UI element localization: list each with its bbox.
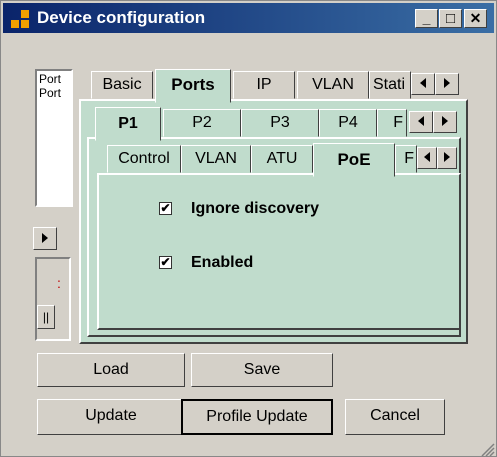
chevron-right-icon <box>444 78 450 88</box>
title-bar[interactable]: Device configuration _ □ ✕ <box>3 3 494 33</box>
sub-tab-scroll-right-button[interactable] <box>437 147 457 169</box>
chevron-right-icon <box>42 233 48 243</box>
tab-vlan[interactable]: VLAN <box>297 71 369 99</box>
tab-basic[interactable]: Basic <box>91 71 153 99</box>
resize-grip-icon[interactable] <box>479 441 495 457</box>
tab-scroll-right-button[interactable] <box>435 73 459 95</box>
side-fragment-handle[interactable]: || <box>37 305 55 329</box>
tab-control[interactable]: Control <box>107 145 181 173</box>
app-icon <box>11 10 29 28</box>
side-panel-fragment: : || <box>35 257 71 341</box>
tab-p3[interactable]: P3 <box>241 109 319 137</box>
list-item[interactable]: Port <box>39 86 71 100</box>
update-button[interactable]: Update <box>37 399 185 435</box>
port-tab-scroll-right-button[interactable] <box>433 111 457 133</box>
minimize-button[interactable]: _ <box>415 9 438 28</box>
tab-sub-vlan[interactable]: VLAN <box>181 145 251 173</box>
chevron-right-icon <box>442 116 448 126</box>
tab-p-more[interactable]: F <box>377 109 407 137</box>
chevron-right-icon <box>444 152 450 162</box>
tab-p1[interactable]: P1 <box>95 107 161 141</box>
tab-scroll-left-button[interactable] <box>411 73 435 95</box>
tab-p2[interactable]: P2 <box>163 109 241 137</box>
tab-ip[interactable]: IP <box>233 71 295 99</box>
sub-tab-scroll-left-button[interactable] <box>417 147 437 169</box>
load-button[interactable]: Load <box>37 353 185 387</box>
ignore-discovery-label: Ignore discovery <box>191 200 320 217</box>
tab-sub-more[interactable]: F <box>395 145 417 173</box>
window-title: Device configuration <box>37 8 206 27</box>
chevron-left-icon <box>418 116 424 126</box>
device-configuration-window: Device configuration _ □ ✕ Port Port : |… <box>0 0 497 457</box>
tab-poe[interactable]: PoE <box>313 143 395 177</box>
profile-update-button[interactable]: Profile Update <box>181 399 333 435</box>
scroll-right-button[interactable] <box>33 227 57 250</box>
chevron-left-icon <box>420 78 426 88</box>
chevron-left-icon <box>424 152 430 162</box>
enabled-checkbox[interactable]: ✔ <box>159 256 172 269</box>
close-button[interactable]: ✕ <box>464 9 487 28</box>
tab-ports[interactable]: Ports <box>155 69 231 103</box>
tab-atu[interactable]: ATU <box>251 145 313 173</box>
ignore-discovery-checkbox[interactable]: ✔ <box>159 202 172 215</box>
side-fragment-label: : <box>57 275 61 291</box>
enabled-label: Enabled <box>191 254 254 271</box>
list-item[interactable]: Port <box>39 72 71 86</box>
port-list[interactable]: Port Port <box>35 69 73 207</box>
poe-panel <box>97 173 461 330</box>
tab-stati[interactable]: Stati <box>369 71 411 99</box>
cancel-button[interactable]: Cancel <box>345 399 445 435</box>
maximize-button[interactable]: □ <box>439 9 462 28</box>
save-button[interactable]: Save <box>191 353 333 387</box>
tab-p4[interactable]: P4 <box>319 109 377 137</box>
port-tab-scroll-left-button[interactable] <box>409 111 433 133</box>
